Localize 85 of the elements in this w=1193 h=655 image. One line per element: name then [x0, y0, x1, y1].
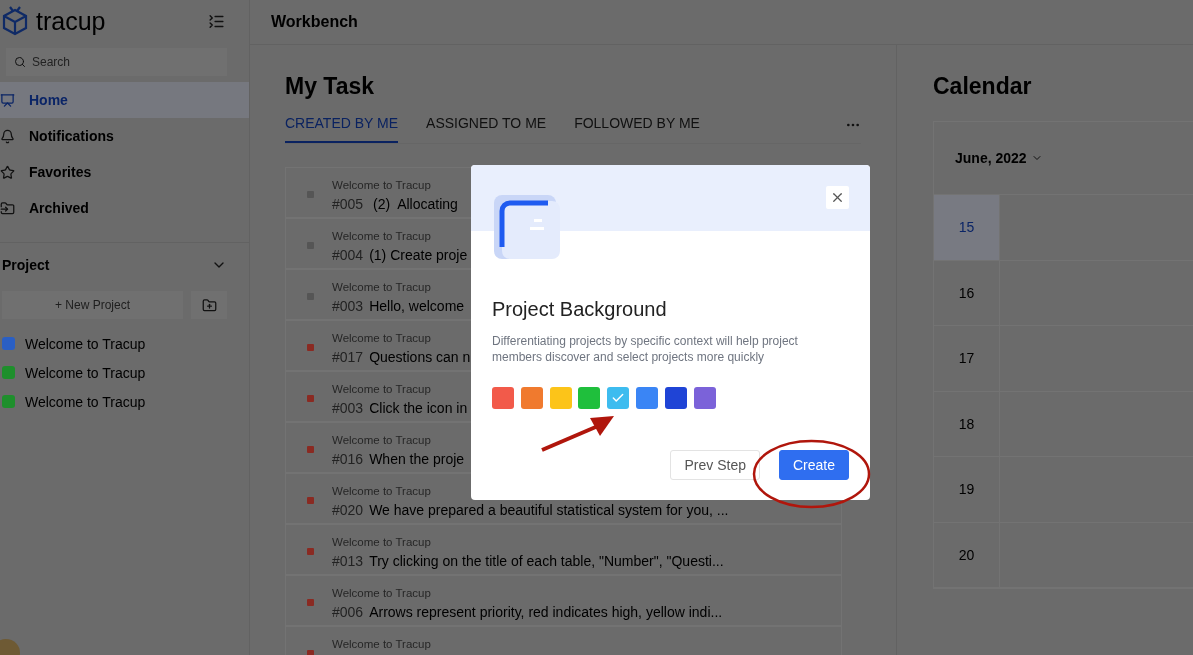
day-number[interactable]: 19 — [934, 457, 1000, 522]
nav-item[interactable]: Archived — [0, 190, 249, 226]
color-swatch[interactable] — [664, 387, 687, 409]
monitor-icon — [0, 92, 15, 108]
nav-item[interactable]: Notifications — [0, 118, 249, 154]
tab[interactable]: CREATED BY ME — [285, 115, 399, 143]
project-name: Welcome to Tracup — [25, 364, 146, 381]
task-title: (1) Create proje — [369, 247, 468, 263]
task-project: Welcome to Tracup — [332, 230, 431, 242]
bell-icon — [0, 128, 15, 144]
tab[interactable]: ASSIGNED TO ME — [426, 115, 547, 143]
task-project: Welcome to Tracup — [332, 485, 431, 497]
color-swatch[interactable] — [520, 387, 543, 409]
nav-label: Favorites — [29, 164, 92, 180]
new-folder-button[interactable] — [191, 291, 227, 319]
project-name: Welcome to Tracup — [25, 393, 146, 410]
project-item[interactable]: Welcome to Tracup — [0, 387, 249, 416]
task-project: Welcome to Tracup — [332, 332, 431, 344]
cube-logo-icon — [2, 6, 28, 36]
nav-item[interactable]: Home — [0, 82, 249, 118]
task-project: Welcome to Tracup — [332, 587, 431, 599]
collapse-sidebar-icon[interactable] — [208, 12, 225, 30]
task-number: #005 — [332, 196, 364, 212]
color-swatch[interactable] — [607, 387, 630, 409]
folder-plus-icon — [201, 297, 217, 313]
color-swatch[interactable] — [492, 387, 514, 409]
task-number: #020 — [332, 502, 364, 518]
dialog-description: Differentiating projects by specific context will help project members discover and select projects more quickly — [492, 333, 799, 365]
create-button[interactable]: Create — [778, 450, 849, 480]
task-number: #017 — [332, 349, 364, 365]
day-number[interactable]: 20 — [934, 522, 1000, 587]
brand-name: tracup — [36, 6, 106, 36]
task-project: Welcome to Tracup — [332, 383, 431, 395]
nav-label: Archived — [29, 200, 89, 216]
new-project-button[interactable]: + New Project — [2, 291, 183, 319]
task-row[interactable]: Welcome to Tracup #013 Try clicking on the title of each table, "Number", "Questi... — [285, 524, 842, 575]
panel-title: My Task — [285, 73, 376, 99]
task-project: Welcome to Tracup — [332, 434, 431, 446]
task-number: #016 — [332, 451, 364, 467]
dialog-title: Project Background — [492, 298, 668, 321]
task-project: Welcome to Tracup — [332, 179, 431, 191]
task-number: #003 — [332, 298, 364, 314]
project-item[interactable]: Welcome to Tracup — [0, 329, 249, 358]
folder-icon — [0, 200, 15, 216]
task-row[interactable]: Welcome to Tracup — [285, 626, 842, 655]
task-number: #013 — [332, 553, 364, 569]
star-icon — [0, 164, 15, 180]
color-swatch[interactable] — [549, 387, 572, 409]
close-button[interactable] — [826, 186, 849, 209]
task-number: #006 — [332, 604, 364, 620]
task-title: Try clicking on the title of each table, "Number", "Questi... — [369, 553, 724, 569]
nav-label: Notifications — [29, 128, 114, 144]
task-title: We have prepared a beautiful statistical system for you, ... — [369, 502, 729, 518]
day-number[interactable]: 15 — [934, 195, 1000, 260]
day-number[interactable]: 18 — [934, 391, 1000, 456]
check-icon — [611, 391, 626, 405]
project-name: Welcome to Tracup — [25, 335, 146, 352]
color-swatch[interactable] — [578, 387, 601, 409]
task-title: (2) Allocating — [372, 196, 458, 212]
panel-title: Calendar — [933, 73, 1033, 99]
day-number[interactable]: 17 — [934, 326, 1000, 391]
page-title: Workbench — [271, 13, 358, 31]
task-project: Welcome to Tracup — [332, 638, 431, 650]
prev-step-button[interactable]: Prev Step — [670, 450, 760, 480]
month-label[interactable]: June, 2022 — [955, 150, 1027, 166]
task-project: Welcome to Tracup — [332, 536, 431, 548]
color-swatch[interactable] — [693, 387, 716, 409]
task-title: When the proje — [369, 451, 465, 467]
project-item[interactable]: Welcome to Tracup — [0, 358, 249, 387]
task-number: #003 — [332, 400, 364, 416]
task-title: Arrows represent priority, red indicates high, yellow indi... — [369, 604, 723, 620]
day-number[interactable]: 16 — [934, 260, 1000, 325]
task-project: Welcome to Tracup — [332, 281, 431, 293]
task-row[interactable]: Welcome to Tracup #006 Arrows represent priority, red indicates high, yellow indi... — [285, 575, 842, 626]
task-title: Hello, welcome — [369, 298, 465, 314]
nav-item[interactable]: Favorites — [0, 154, 249, 190]
task-number: #004 — [332, 247, 364, 263]
task-title: Questions can n — [369, 349, 471, 365]
nav-label: Home — [29, 92, 68, 108]
search-field[interactable]: Search — [6, 48, 227, 76]
section-heading: Project — [2, 257, 50, 273]
tab[interactable]: FOLLOWED BY ME — [574, 115, 700, 143]
close-icon — [830, 190, 845, 205]
color-swatch[interactable] — [636, 387, 658, 409]
task-title: Click the icon in — [369, 400, 468, 416]
